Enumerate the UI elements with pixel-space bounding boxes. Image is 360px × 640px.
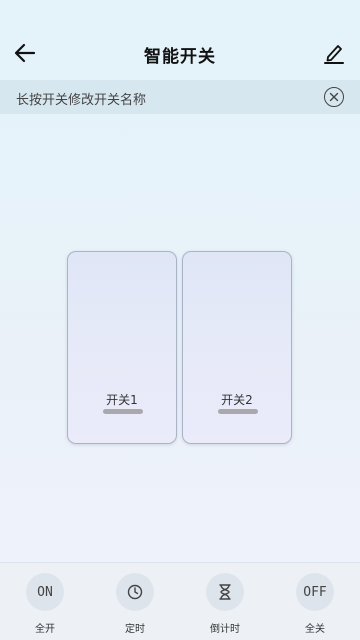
bottom-action-bar: ON 全开 定时 倒计时 OFF 全关 <box>0 562 360 640</box>
timer-button[interactable]: 定时 <box>105 573 165 635</box>
switch-indicator <box>218 409 258 414</box>
top-bar: 智能开关 <box>0 0 360 80</box>
countdown-label: 倒计时 <box>210 624 240 635</box>
timer-label: 定时 <box>125 624 145 635</box>
page-title: 智能开关 <box>144 47 216 67</box>
tip-text: 长按开关修改开关名称 <box>16 93 147 108</box>
clock-icon <box>127 584 143 600</box>
all-off-label: 全关 <box>305 624 325 635</box>
tip-close-button[interactable] <box>324 87 344 107</box>
close-circle-icon <box>329 92 339 102</box>
tip-banner: 长按开关修改开关名称 <box>0 80 360 114</box>
switch-1-button[interactable]: 开关1 <box>67 251 177 444</box>
countdown-button[interactable]: 倒计时 <box>195 573 255 635</box>
pencil-icon <box>324 45 344 64</box>
clock-icon-wrap <box>116 573 154 611</box>
all-on-label: 全开 <box>35 624 55 635</box>
switch-label: 开关2 <box>221 393 253 407</box>
switch-2-button[interactable]: 开关2 <box>182 251 292 444</box>
hourglass-icon-wrap <box>206 573 244 611</box>
all-on-button[interactable]: ON 全开 <box>15 573 75 635</box>
on-icon: ON <box>26 573 64 611</box>
edit-button[interactable] <box>322 40 346 66</box>
all-off-button[interactable]: OFF 全关 <box>285 573 345 635</box>
switch-label: 开关1 <box>106 393 138 407</box>
switch-indicator <box>103 409 143 414</box>
off-icon: OFF <box>296 573 334 611</box>
hourglass-icon <box>219 584 231 600</box>
